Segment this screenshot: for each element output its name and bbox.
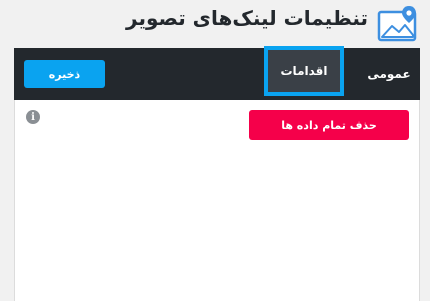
info-icon[interactable]: i — [26, 110, 40, 124]
image-location-icon — [376, 4, 420, 44]
save-button[interactable]: ذخیره — [24, 60, 105, 88]
tab-actions[interactable]: اقدامات — [264, 46, 344, 96]
page-title: تنظیمات لینک‌های تصویر — [126, 6, 368, 30]
settings-navbar: عمومی اقدامات ذخیره — [14, 46, 420, 100]
page-header: تنظیمات لینک‌های تصویر — [0, 0, 430, 48]
delete-all-data-button[interactable]: حذف تمام داده ها — [249, 110, 409, 140]
tab-general[interactable]: عمومی — [358, 48, 420, 100]
